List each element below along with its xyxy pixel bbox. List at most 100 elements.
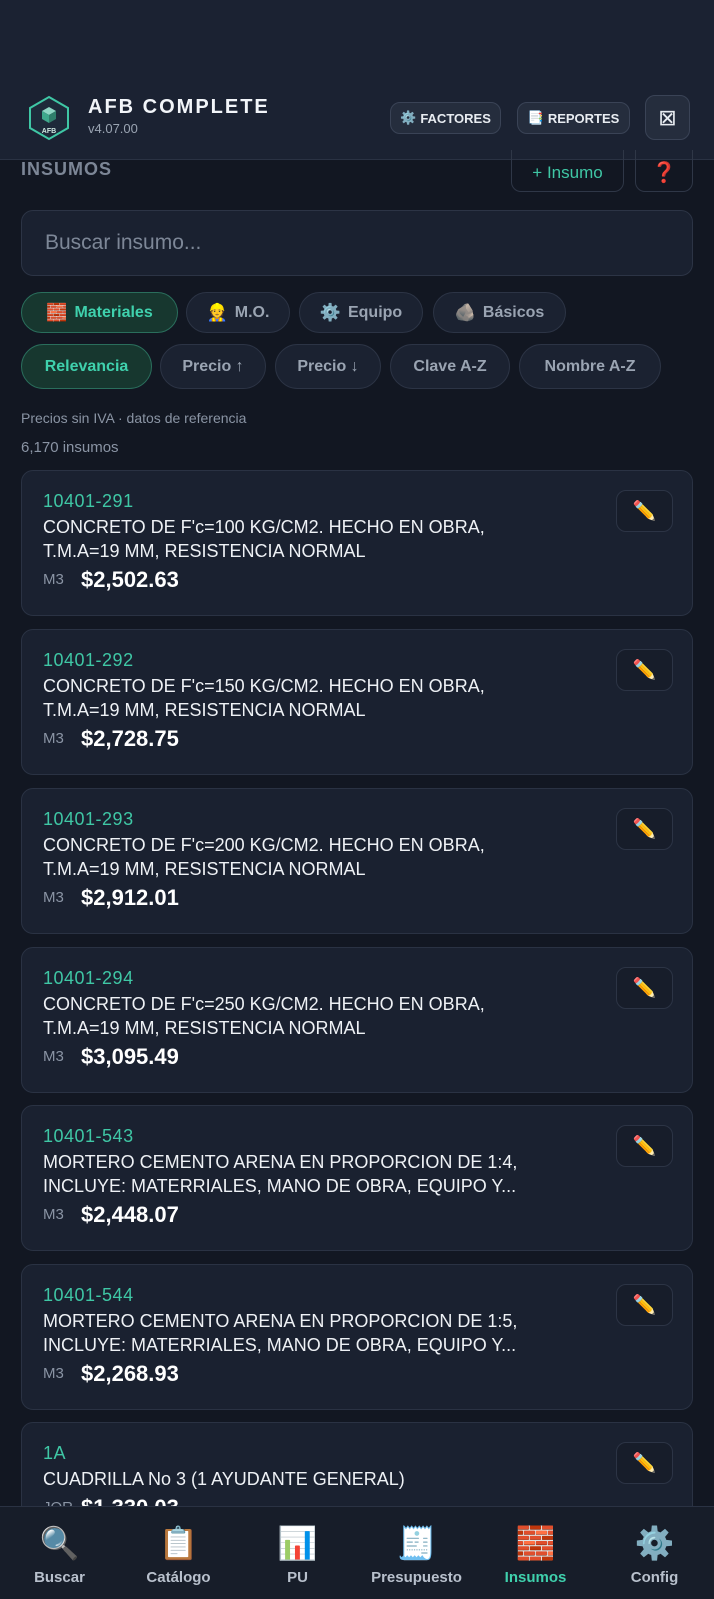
report-icon: 📑 [527,110,544,125]
nav-label: Insumos [504,1569,567,1586]
description-line: T.M.A=19 MM, RESISTENCIA NORMAL [43,541,366,561]
insumo-description: CONCRETO DE F'c=250 KG/CM2. HECHO EN OBR… [43,992,603,1040]
insumo-code: 10401-291 [43,491,134,511]
factores-button[interactable]: ⚙️ FACTORES [390,102,501,134]
nav-item-buscar[interactable]: 🔍 Buscar [0,1507,119,1599]
nav-label: Catálogo [146,1569,211,1586]
price-note: Precios sin IVA · datos de referencia [21,410,247,426]
nav-item-presupuesto[interactable]: 🧾 Presupuesto [357,1507,476,1599]
insumo-card[interactable]: 10401-293 CONCRETO DE F'c=200 KG/CM2. HE… [21,788,693,934]
insumo-code: 10401-543 [43,1126,134,1146]
nav-label: Buscar [34,1569,85,1586]
insumo-price: $2,728.75 [81,726,179,751]
close-icon: ⊠ [658,104,677,130]
insumo-price: $2,448.07 [81,1202,179,1227]
gear-icon: ⚙️ [400,110,417,125]
pencil-icon: ✏️ [632,1295,657,1316]
sort-chip-precio-asc[interactable]: Precio ↑ [160,344,266,389]
nav-item-pu[interactable]: 📊 PU [238,1507,357,1599]
insumo-price: $2,502.63 [81,567,179,592]
nav-item-catalogo[interactable]: 📋 Catálogo [119,1507,238,1599]
nav-label: Presupuesto [371,1569,462,1586]
edit-button[interactable]: ✏️ [616,1125,673,1167]
insumo-card[interactable]: 10401-291 CONCRETO DE F'c=100 KG/CM2. HE… [21,470,693,616]
insumo-description: CONCRETO DE F'c=200 KG/CM2. HECHO EN OBR… [43,833,603,881]
category-chip-equipo[interactable]: ⚙️ Equipo [299,292,423,333]
description-line: CONCRETO DE F'c=250 KG/CM2. HECHO EN OBR… [43,994,485,1014]
description-line: INCLUYE: MATERRIALES, MANO DE OBRA, EQUI… [43,1335,517,1355]
insumo-code: 10401-544 [43,1285,134,1305]
description-line: T.M.A=19 MM, RESISTENCIA NORMAL [43,859,366,879]
add-insumo-button[interactable]: + Insumo [511,150,624,192]
insumo-unit: M3 [43,889,64,906]
sort-chip-clave[interactable]: Clave A-Z [390,344,510,389]
reportes-label: REPORTES [547,110,620,126]
insumo-card[interactable]: 10401-543 MORTERO CEMENTO ARENA EN PROPO… [21,1105,693,1251]
insumo-card[interactable]: 10401-294 CONCRETO DE F'c=250 KG/CM2. HE… [21,947,693,1093]
pencil-icon: ✏️ [632,1453,657,1474]
insumo-unit: M3 [43,1206,64,1223]
edit-button[interactable]: ✏️ [616,808,673,850]
section-title: INSUMOS [21,159,113,179]
insumo-description: CUADRILLA No 3 (1 AYUDANTE GENERAL) [43,1467,603,1491]
edit-button[interactable]: ✏️ [616,1442,673,1484]
description-line: T.M.A=19 MM, RESISTENCIA NORMAL [43,700,366,720]
edit-button[interactable]: ✏️ [616,649,673,691]
nav-label: Config [630,1569,679,1586]
sort-chip-nombre[interactable]: Nombre A-Z [519,344,661,389]
description-line: CONCRETO DE F'c=150 KG/CM2. HECHO EN OBR… [43,676,485,696]
nav-item-insumos[interactable]: 🧱 Insumos [476,1507,595,1599]
insumo-description: MORTERO CEMENTO ARENA EN PROPORCION DE 1… [43,1309,603,1357]
insumo-price: $2,268.93 [81,1361,179,1386]
pencil-icon: ✏️ [632,819,657,840]
bottom-nav: 🔍 Buscar 📋 Catálogo 📊 PU 🧾 Presupuesto 🧱… [0,1506,714,1599]
description-line: CONCRETO DE F'c=100 KG/CM2. HECHO EN OBR… [43,517,485,537]
brick-icon: 🧱 [46,302,68,322]
app-version: v4.07.00 [88,121,138,136]
insumo-unit: M3 [43,730,64,747]
app-logo-icon: AFB [29,95,69,141]
category-chip-materiales[interactable]: 🧱 Materiales [21,292,178,333]
category-chip-mo[interactable]: 👷 M.O. [186,292,290,333]
insumo-code: 10401-292 [43,650,134,670]
factores-label: FACTORES [420,110,491,126]
worker-icon: 👷 [206,302,228,322]
search-input[interactable] [21,210,693,276]
insumo-card[interactable]: 10401-292 CONCRETO DE F'c=150 KG/CM2. HE… [21,629,693,775]
pencil-icon: ✏️ [632,501,657,522]
insumo-code: 10401-293 [43,809,134,829]
category-chip-basicos[interactable]: 🪨 Básicos [433,292,566,333]
pencil-icon: ✏️ [632,978,657,999]
insumo-card[interactable]: 10401-544 MORTERO CEMENTO ARENA EN PROPO… [21,1264,693,1410]
edit-button[interactable]: ✏️ [616,967,673,1009]
receipt-icon: 🧾 [396,1525,437,1561]
clipboard-icon: 📋 [158,1525,199,1561]
edit-button[interactable]: ✏️ [616,490,673,532]
gear-icon: ⚙️ [634,1525,675,1561]
question-icon: ❓ [651,162,677,184]
description-line: T.M.A=19 MM, RESISTENCIA NORMAL [43,1018,366,1038]
logo-text: AFB [42,128,56,135]
sort-chip-relevancia[interactable]: Relevancia [21,344,152,389]
insumo-description: CONCRETO DE F'c=150 KG/CM2. HECHO EN OBR… [43,674,603,722]
chip-label: Materiales [74,303,153,321]
nav-label: PU [287,1569,308,1586]
insumo-code: 1A [43,1443,67,1463]
help-button[interactable]: ❓ [635,150,693,192]
sort-chip-precio-desc[interactable]: Precio ↓ [275,344,381,389]
insumo-unit: M3 [43,571,64,588]
insumo-unit: M3 [43,1365,64,1382]
description-line: CONCRETO DE F'c=200 KG/CM2. HECHO EN OBR… [43,835,485,855]
pencil-icon: ✏️ [632,660,657,681]
rock-icon: 🪨 [454,302,476,322]
nav-item-config[interactable]: ⚙️ Config [595,1507,714,1599]
search-icon: 🔍 [39,1525,80,1561]
close-button[interactable]: ⊠ [645,95,690,140]
brick-icon: 🧱 [515,1525,556,1561]
app-header: AFB AFB COMPLETE v4.07.00 ⚙️ FACTORES 📑 … [0,0,714,160]
reportes-button[interactable]: 📑 REPORTES [517,102,630,134]
chip-label: Equipo [347,303,403,321]
edit-button[interactable]: ✏️ [616,1284,673,1326]
insumo-price: $3,095.49 [81,1044,179,1069]
pencil-icon: ✏️ [632,1136,657,1157]
